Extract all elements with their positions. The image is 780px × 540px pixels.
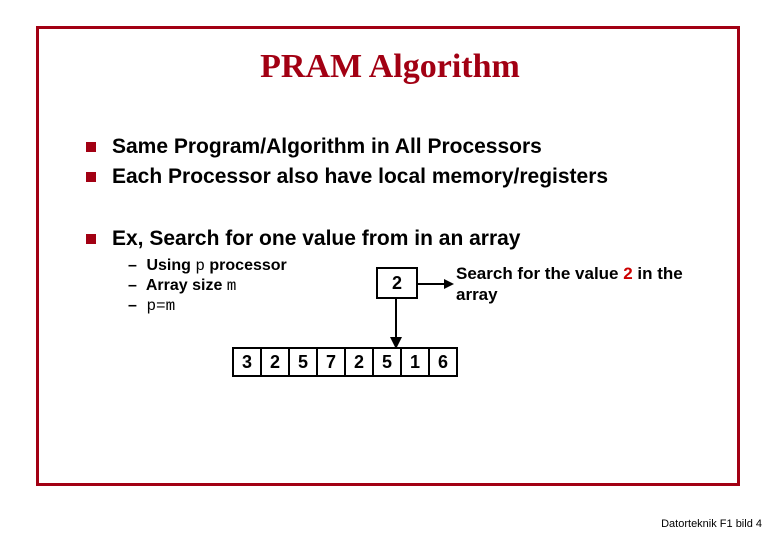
array-cell: 5 [289,348,317,376]
array-table: 3 2 5 7 2 5 1 6 [232,347,458,377]
array-cell: 7 [317,348,345,376]
slide-title: PRAM Algorithm [0,48,780,86]
slide-footer: Datorteknik F1 bild 4 [661,518,762,530]
array-cell: 5 [373,348,401,376]
square-bullet-icon [86,234,96,244]
bullet-text: Each Processor also have local memory/re… [112,165,608,189]
array-cell: 6 [429,348,457,376]
array-cell: 1 [401,348,429,376]
caption-text: Search for the value [456,264,623,283]
bullet-item: Ex, Search for one value from in an arra… [86,227,686,251]
array-cell: 2 [261,348,289,376]
bullet-item: Same Program/Algorithm in All Processors [86,135,686,159]
array-cell: 2 [345,348,373,376]
array-row: 3 2 5 7 2 5 1 6 [233,348,457,376]
square-bullet-icon [86,172,96,182]
bullet-text: Same Program/Algorithm in All Processors [112,135,542,159]
slide-body: Same Program/Algorithm in All Processors… [86,135,686,417]
bullet-spacer [86,195,686,221]
arrow-right-icon [416,277,456,291]
example-diagram: 2 Search for the value 2 in the array 3 … [86,267,686,417]
square-bullet-icon [86,142,96,152]
diagram-caption: Search for the value 2 in the array [456,263,716,306]
caption-value: 2 [623,264,632,283]
bullet-item: Each Processor also have local memory/re… [86,165,686,189]
arrow-down-icon [381,295,421,355]
array-cell: 3 [233,348,261,376]
bullet-text: Ex, Search for one value from in an arra… [112,227,521,251]
